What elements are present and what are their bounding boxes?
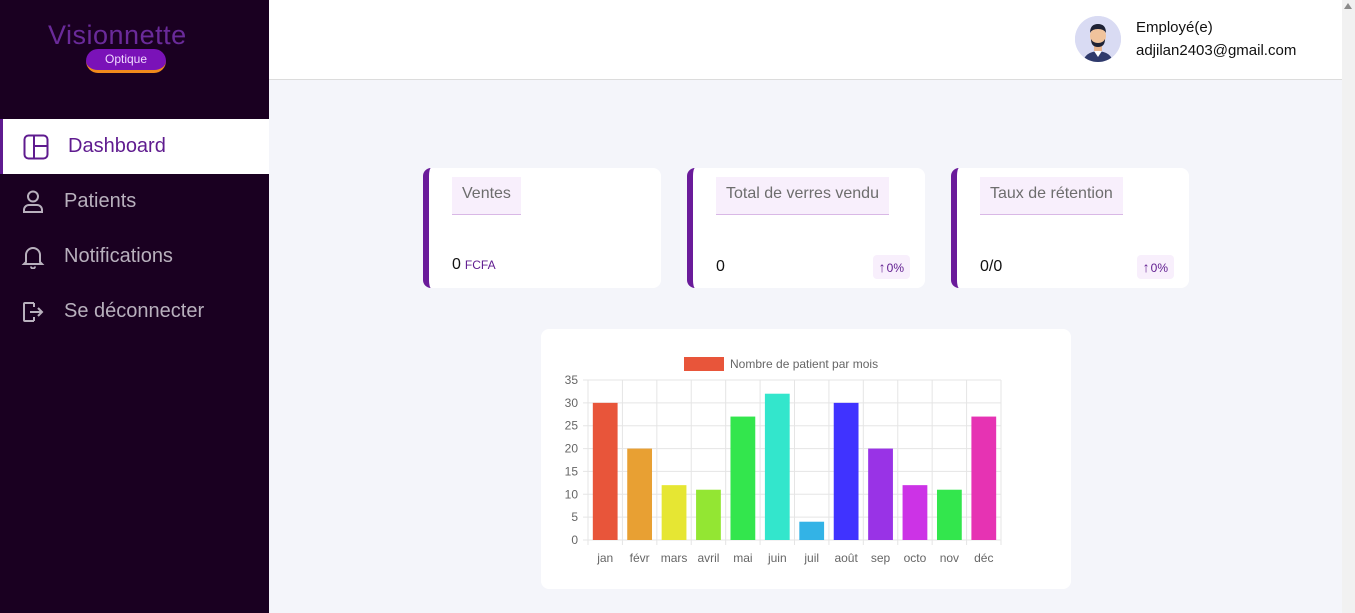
stat-card-ventes: Ventes 0 FCFA <box>423 168 661 288</box>
x-tick-label: octo <box>904 551 927 565</box>
trend-badge-value: 0% <box>886 261 904 275</box>
app-logo[interactable]: Visionnette Optique <box>46 14 206 76</box>
x-tick-label: déc <box>974 551 993 565</box>
user-avatar-icon[interactable] <box>1075 16 1121 62</box>
sidebar-item-patients[interactable]: Patients <box>0 174 269 229</box>
x-tick-label: nov <box>940 551 959 565</box>
x-tick-label: juil <box>803 551 819 565</box>
bar-avril <box>696 489 721 540</box>
card-value: 0/0 <box>980 258 1003 275</box>
sidebar-item-label: Se déconnecter <box>64 300 205 322</box>
top-bar: Employé(e) adjilan2403@gmail.com <box>269 0 1342 80</box>
bar-jan <box>592 402 618 540</box>
legend-label: Nombre de patient par mois <box>730 357 878 371</box>
y-tick-label: 25 <box>565 419 579 433</box>
x-tick-label: avril <box>697 551 719 565</box>
sidebar-item-dashboard[interactable]: Dashboard <box>0 119 269 174</box>
logout-icon <box>20 299 46 325</box>
logo-text: Visionnette <box>48 20 187 50</box>
y-tick-label: 10 <box>565 487 579 501</box>
scrollbar[interactable] <box>1342 0 1355 613</box>
user-icon <box>20 189 46 215</box>
legend-swatch <box>684 357 724 371</box>
bar-mai <box>730 416 756 540</box>
card-value-unit: FCFA <box>464 258 496 272</box>
bar-nov <box>936 489 962 540</box>
trend-badge: ↑0% <box>872 255 910 279</box>
bar-octo <box>902 485 928 540</box>
bar-juil <box>799 521 825 540</box>
y-tick-label: 5 <box>571 510 578 524</box>
sidebar-item-label: Dashboard <box>68 135 166 157</box>
card-title: Ventes <box>452 177 521 215</box>
arrow-up-icon: ↑ <box>878 259 886 275</box>
y-tick-label: 35 <box>565 373 579 387</box>
x-tick-label: mai <box>733 551 752 565</box>
card-value: 0 <box>716 258 725 275</box>
sidebar: Visionnette Optique Dashboard Patients N… <box>0 0 269 613</box>
bar-juin <box>764 393 790 540</box>
y-tick-label: 15 <box>565 464 579 478</box>
x-tick-label: jan <box>596 551 613 565</box>
trend-badge: ↑0% <box>1136 255 1174 279</box>
card-value: 0 FCFA <box>452 256 496 274</box>
card-value-number: 0 <box>452 256 461 273</box>
x-tick-label: mars <box>661 551 688 565</box>
bar-déc <box>971 416 997 540</box>
arrow-up-icon: ↑ <box>1142 259 1150 275</box>
dashboard-icon <box>23 134 49 160</box>
y-tick-label: 20 <box>565 442 579 456</box>
sidebar-item-label: Patients <box>64 190 137 212</box>
card-title: Total de verres vendu <box>716 177 889 215</box>
user-role: Employé(e) <box>1136 19 1213 36</box>
x-tick-label: févr <box>630 551 650 565</box>
bell-icon <box>20 244 46 270</box>
bar-févr <box>627 448 653 540</box>
y-tick-label: 30 <box>565 396 579 410</box>
bar-mars <box>661 485 687 540</box>
user-email: adjilan2403@gmail.com <box>1136 42 1297 59</box>
x-tick-label: juin <box>767 551 787 565</box>
stat-card-retention: Taux de rétention 0/0 ↑0% <box>951 168 1189 288</box>
scroll-up-icon[interactable] <box>1344 3 1352 9</box>
patients-chart-card: Nombre de patient par mois 0 5 10 15 20 25 30 35… <box>541 329 1071 589</box>
y-tick-label: 0 <box>571 533 578 547</box>
bar-août <box>833 402 859 540</box>
sidebar-item-logout[interactable]: Se déconnecter <box>0 284 269 339</box>
x-tick-label: août <box>834 551 858 565</box>
stat-card-verres: Total de verres vendu 0 ↑0% <box>687 168 925 288</box>
bar-sep <box>868 448 893 540</box>
patients-bar-chart: Nombre de patient par mois 0 5 10 15 20 25 30 35… <box>565 357 1002 565</box>
x-tick-label: sep <box>871 551 891 565</box>
card-title: Taux de rétention <box>980 177 1123 215</box>
sidebar-item-label: Notifications <box>64 245 173 267</box>
trend-badge-value: 0% <box>1150 261 1168 275</box>
sidebar-item-notifications[interactable]: Notifications <box>0 229 269 284</box>
logo-subtitle: Optique <box>86 49 166 73</box>
